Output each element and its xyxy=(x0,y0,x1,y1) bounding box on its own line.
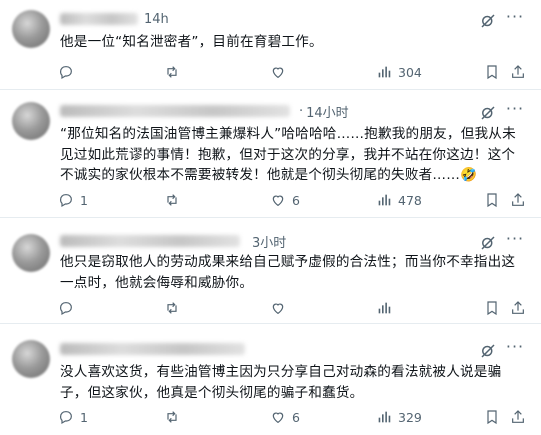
reply-button[interactable]: 1 xyxy=(58,409,90,425)
tweet-actions: 304 xyxy=(58,62,524,82)
more-icon[interactable]: ··· xyxy=(505,339,525,360)
retweet-icon xyxy=(167,194,177,206)
author-name[interactable] xyxy=(60,343,245,355)
share-button[interactable] xyxy=(510,64,532,80)
tweet-2[interactable]: · 14小时 ··· “那位知名的法国油管博主兼爆料人”哈哈哈哈……抱歉我的朋友… xyxy=(0,90,541,218)
views-button[interactable]: 478 xyxy=(376,192,422,208)
bookmark-icon xyxy=(487,301,497,316)
tweet-header: · 14小时 xyxy=(60,102,349,121)
share-button[interactable] xyxy=(510,300,532,316)
retweet-button[interactable] xyxy=(164,192,196,208)
more-icon[interactable]: ··· xyxy=(505,231,525,252)
tweet-1[interactable]: 14h ··· 他是一位“知名泄密者”，目前在育碧工作。 304 xyxy=(0,0,541,90)
heart-icon xyxy=(272,195,284,207)
reply-icon xyxy=(60,411,72,425)
reply-icon xyxy=(60,194,72,208)
like-count: 6 xyxy=(292,192,300,208)
heart-icon xyxy=(272,67,284,79)
retweet-icon xyxy=(167,66,177,78)
heart-icon xyxy=(272,412,284,424)
like-button[interactable] xyxy=(270,300,302,316)
views-count: 304 xyxy=(398,64,422,80)
tweet-feed: 14h ··· 他是一位“知名泄密者”，目前在育碧工作。 304 · 14小时 … xyxy=(0,0,541,435)
tweet-actions: 1 6 478 xyxy=(58,190,524,210)
share-icon xyxy=(512,410,524,423)
views-icon xyxy=(378,194,391,206)
time-separator: · xyxy=(299,103,304,119)
like-button[interactable]: 6 xyxy=(270,409,302,425)
reply-button[interactable] xyxy=(58,300,90,316)
heart-icon xyxy=(272,303,284,315)
reply-count: 1 xyxy=(80,192,88,208)
tweet-time[interactable]: 14小时 xyxy=(306,102,349,121)
tweet-text: 他只是窃取他人的劳动成果来给自己赋予虚假的合法性；而当你不幸指出这一点时，他就会… xyxy=(60,254,516,291)
share-icon xyxy=(512,301,524,314)
share-icon xyxy=(512,193,524,206)
views-icon xyxy=(378,302,391,314)
grok-icon[interactable] xyxy=(479,342,497,360)
reply-icon xyxy=(60,66,72,80)
bookmark-button[interactable] xyxy=(484,300,506,316)
avatar[interactable] xyxy=(12,102,50,140)
author-name[interactable] xyxy=(60,13,138,25)
like-count: 6 xyxy=(292,409,300,425)
retweet-button[interactable] xyxy=(164,409,196,425)
like-button[interactable]: 6 xyxy=(270,192,302,208)
reply-icon xyxy=(60,302,72,316)
like-button[interactable] xyxy=(270,64,302,80)
bookmark-icon xyxy=(487,65,497,80)
tweet-actions: 1 6 329 xyxy=(58,407,524,427)
tweet-text: 没人喜欢这货，有些油管博主因为只分享自己对动森的看法就被人说是骗子，但这家伙，他… xyxy=(60,364,502,401)
tweet-actions xyxy=(58,298,524,318)
views-count: 478 xyxy=(398,192,422,208)
tweet-time[interactable]: 14h xyxy=(144,12,169,27)
views-icon xyxy=(378,66,391,78)
grok-icon[interactable] xyxy=(479,12,497,30)
bookmark-button[interactable] xyxy=(484,192,506,208)
share-icon xyxy=(512,65,524,78)
avatar[interactable] xyxy=(12,10,50,48)
tweet-header xyxy=(60,340,251,358)
more-icon[interactable]: ··· xyxy=(505,101,525,122)
grok-icon[interactable] xyxy=(479,234,497,252)
bookmark-icon xyxy=(487,193,497,208)
share-button[interactable] xyxy=(510,409,532,425)
tweet-text: “那位知名的法国油管博主兼爆料人”哈哈哈哈……抱歉我的朋友，但我从未见过如此荒谬… xyxy=(60,126,516,183)
reply-count: 1 xyxy=(80,409,88,425)
views-button[interactable] xyxy=(376,300,408,316)
tweet-header: 14h xyxy=(60,10,169,28)
more-icon[interactable]: ··· xyxy=(505,9,525,30)
bookmark-button[interactable] xyxy=(484,64,506,80)
reply-button[interactable] xyxy=(58,64,90,80)
retweet-icon xyxy=(167,411,177,423)
bookmark-button[interactable] xyxy=(484,409,506,425)
avatar[interactable] xyxy=(12,234,50,272)
views-button[interactable]: 329 xyxy=(376,409,422,425)
views-icon xyxy=(378,411,391,423)
bookmark-icon xyxy=(487,410,497,425)
share-button[interactable] xyxy=(510,192,532,208)
reply-button[interactable]: 1 xyxy=(58,192,90,208)
tweet-4[interactable]: ··· 没人喜欢这货，有些油管博主因为只分享自己对动森的看法就被人说是骗子，但这… xyxy=(0,324,541,435)
tweet-text: 他是一位“知名泄密者”，目前在育碧工作。 xyxy=(60,34,323,50)
tweet-header: 3小时 xyxy=(60,232,286,251)
grok-icon[interactable] xyxy=(479,104,497,122)
author-name[interactable] xyxy=(60,235,240,247)
tweet-time[interactable]: 3小时 xyxy=(252,232,286,251)
retweet-button[interactable] xyxy=(164,64,196,80)
retweet-button[interactable] xyxy=(164,300,196,316)
views-count: 329 xyxy=(398,409,422,425)
tweet-3[interactable]: 3小时 ··· 他只是窃取他人的劳动成果来给自己赋予虚假的合法性；而当你不幸指出… xyxy=(0,218,541,324)
author-name[interactable] xyxy=(60,105,290,117)
avatar[interactable] xyxy=(12,340,50,378)
retweet-icon xyxy=(167,302,177,314)
views-button[interactable]: 304 xyxy=(376,64,422,80)
